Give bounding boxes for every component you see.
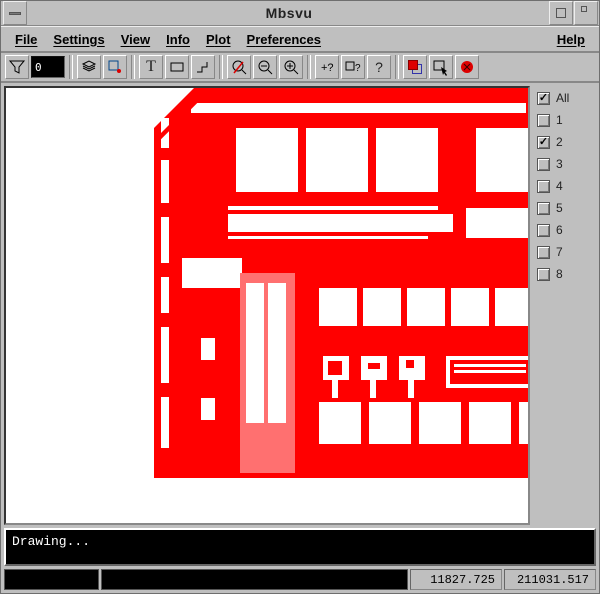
- close-red-icon[interactable]: [455, 55, 479, 79]
- select-box-icon[interactable]: [103, 55, 127, 79]
- checkbox-icon[interactable]: [537, 246, 550, 259]
- checkbox-icon[interactable]: [537, 202, 550, 215]
- window-title: Mbsvu: [29, 5, 549, 21]
- text-icon[interactable]: T: [139, 55, 163, 79]
- svg-text:?: ?: [355, 63, 361, 74]
- system-menu-icon[interactable]: [3, 1, 27, 25]
- coord-x: 11827.725: [410, 569, 502, 590]
- menu-view[interactable]: View: [113, 29, 158, 50]
- progress-left: [4, 569, 99, 590]
- menubar: File Settings View Info Plot Preferences…: [1, 26, 599, 53]
- coord-y: 211031.517: [504, 569, 596, 590]
- checkbox-icon[interactable]: [537, 114, 550, 127]
- select-arrow-icon[interactable]: [429, 55, 453, 79]
- statusbar: 11827.725 211031.517: [1, 569, 599, 593]
- checkbox-icon[interactable]: [537, 92, 550, 105]
- help-plus-icon[interactable]: +?: [315, 55, 339, 79]
- menu-settings[interactable]: Settings: [45, 29, 112, 50]
- console-output: Drawing...: [4, 528, 596, 566]
- layer-row[interactable]: 5: [537, 197, 597, 219]
- layer-row[interactable]: 4: [537, 175, 597, 197]
- zoom-in-icon[interactable]: [279, 55, 303, 79]
- checkbox-icon[interactable]: [537, 136, 550, 149]
- menu-info[interactable]: Info: [158, 29, 198, 50]
- layer-panel: All 1 2 3 4 5 6 7 8: [533, 83, 599, 528]
- layer-row[interactable]: 3: [537, 153, 597, 175]
- step-icon[interactable]: [191, 55, 215, 79]
- menu-preferences[interactable]: Preferences: [239, 29, 329, 50]
- filter-icon[interactable]: [5, 55, 29, 79]
- layer-row[interactable]: 8: [537, 263, 597, 285]
- titlebar: Mbsvu: [1, 1, 599, 26]
- layer-label: 8: [556, 267, 563, 281]
- svg-text:+?: +?: [321, 62, 334, 74]
- menu-help[interactable]: Help: [549, 29, 593, 50]
- checkbox-icon[interactable]: [537, 180, 550, 193]
- layer-label: 5: [556, 201, 563, 215]
- help-icon[interactable]: ?: [367, 55, 391, 79]
- rect-icon[interactable]: [165, 55, 189, 79]
- progress-bar: [101, 569, 408, 590]
- help-rect-icon[interactable]: ?: [341, 55, 365, 79]
- menu-plot[interactable]: Plot: [198, 29, 239, 50]
- minimize-button[interactable]: [574, 1, 598, 25]
- layer-label: 6: [556, 223, 563, 237]
- zoom-cancel-icon[interactable]: [227, 55, 251, 79]
- layer-row[interactable]: 2: [537, 131, 597, 153]
- layers-icon[interactable]: [77, 55, 101, 79]
- layer-label: 7: [556, 245, 563, 259]
- layer-all[interactable]: All: [537, 87, 597, 109]
- layer-row[interactable]: 6: [537, 219, 597, 241]
- layer-label: 3: [556, 157, 563, 171]
- checkbox-icon[interactable]: [537, 224, 550, 237]
- toolbar: 0 T +? ? ?: [1, 53, 599, 83]
- current-layer-indicator: 0: [31, 56, 65, 78]
- red-over-blue-icon[interactable]: [403, 55, 427, 79]
- layer-label: 1: [556, 113, 563, 127]
- layer-all-label: All: [556, 91, 569, 105]
- layer-label: 2: [556, 135, 563, 149]
- design-canvas[interactable]: [4, 86, 530, 525]
- checkbox-icon[interactable]: [537, 268, 550, 281]
- checkbox-icon[interactable]: [537, 158, 550, 171]
- zoom-out-icon[interactable]: [253, 55, 277, 79]
- layer-row[interactable]: 1: [537, 109, 597, 131]
- maximize-button[interactable]: [549, 1, 573, 25]
- layer-label: 4: [556, 179, 563, 193]
- menu-file[interactable]: File: [7, 29, 45, 50]
- layer-row[interactable]: 7: [537, 241, 597, 263]
